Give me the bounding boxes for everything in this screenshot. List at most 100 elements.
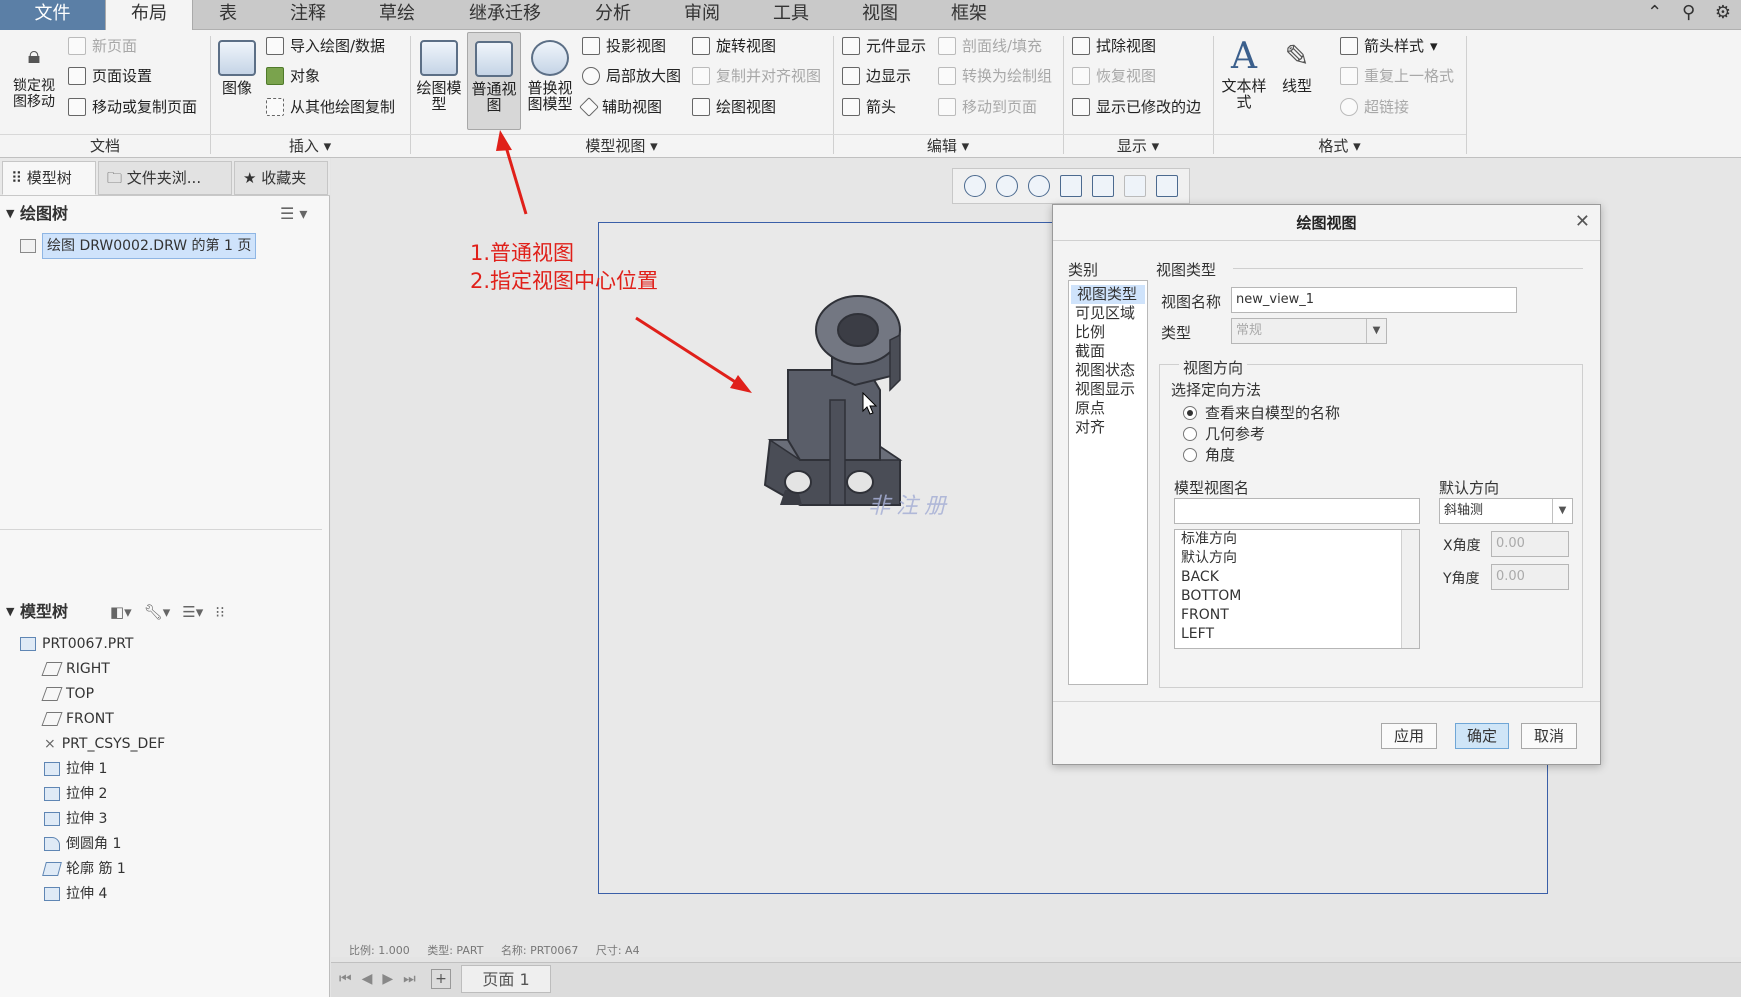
category-origin[interactable]: 原点 — [1069, 399, 1147, 418]
tab-favorites[interactable]: ★ 收藏夹 — [234, 161, 328, 195]
text-style-button[interactable]: A 文本样 式 — [1218, 32, 1270, 110]
tab-view[interactable]: 视图 — [835, 0, 925, 30]
model-tree-item-top[interactable]: TOP — [41, 682, 94, 706]
resume-view-button[interactable]: 恢复视图 — [1072, 63, 1156, 89]
close-icon[interactable]: ✕ — [1575, 211, 1590, 232]
model-tree-item-extrude-2[interactable]: 拉伸 2 — [44, 782, 107, 806]
view-name-input[interactable]: new_view_1 — [1231, 287, 1517, 313]
tab-layout[interactable]: 布局 — [105, 0, 193, 31]
view-orientation-icon[interactable] — [1092, 175, 1114, 197]
list-item[interactable]: 默认方向 — [1175, 549, 1419, 568]
group-insert-label[interactable]: 插入 ▾ — [210, 134, 410, 156]
category-visible-area[interactable]: 可见区域 — [1069, 304, 1147, 323]
tab-tools[interactable]: 工具 — [747, 0, 835, 30]
model-tree-item-round-1[interactable]: 倒圆角 1 — [44, 832, 121, 856]
collapse-ribbon-icon[interactable]: ⌃ — [1647, 2, 1662, 23]
list-scrollbar[interactable] — [1401, 530, 1419, 648]
group-format-label[interactable]: 格式 ▾ — [1213, 134, 1466, 156]
tree-filter-icon[interactable]: ⁝⁝ — [215, 597, 225, 627]
convert-to-draw-group-button[interactable]: 转换为绘制组 — [938, 63, 1052, 89]
copy-from-other-drawing-button[interactable]: 从其他绘图复制 — [266, 94, 395, 120]
apply-button[interactable]: 应用 — [1381, 723, 1437, 749]
settings-icon[interactable]: ⚙ — [1715, 2, 1731, 23]
last-page-icon[interactable]: ⏭ — [403, 971, 416, 987]
list-item[interactable]: LEFT — [1175, 625, 1419, 644]
category-section[interactable]: 截面 — [1069, 342, 1147, 361]
line-style-button[interactable]: ✎ 线型 — [1274, 32, 1320, 94]
tab-file[interactable]: 文件 — [0, 0, 105, 30]
first-page-icon[interactable]: ⏮ — [339, 971, 352, 987]
next-page-icon[interactable]: ▶ — [382, 971, 393, 987]
arrow-style-button[interactable]: 箭头样式 ▾ — [1340, 33, 1438, 59]
tab-model-tree[interactable]: ⠿ 模型树 — [2, 161, 96, 195]
add-page-icon[interactable]: + — [431, 969, 451, 989]
previous-page-icon[interactable]: ◀ — [362, 971, 373, 987]
tree-settings-icon[interactable]: ☰▾ — [182, 597, 203, 627]
move-copy-page-button[interactable]: 移动或复制页面 — [68, 94, 197, 120]
cancel-button[interactable]: 取消 — [1521, 723, 1577, 749]
tab-review[interactable]: 审阅 — [657, 0, 747, 30]
page-setup-button[interactable]: 页面设置 — [68, 63, 152, 89]
replace-view-model-button[interactable]: 普换视 图模型 — [523, 32, 577, 112]
copy-align-view-button[interactable]: 复制并对齐视图 — [692, 63, 821, 89]
insert-image-button[interactable]: 图像 — [214, 32, 260, 96]
display-style-icon[interactable] — [1124, 175, 1146, 197]
group-edit-label[interactable]: 编辑 ▾ — [833, 134, 1063, 156]
search-icon[interactable]: ⚲ — [1682, 2, 1695, 23]
tab-analysis[interactable]: 分析 — [569, 0, 657, 30]
section-fill-button[interactable]: 剖面线/填充 — [938, 33, 1042, 59]
zoom-in-icon[interactable] — [996, 175, 1018, 197]
y-angle-input[interactable]: 0.00 — [1491, 564, 1569, 590]
model-tree-item-extrude-4[interactable]: 拉伸 4 — [44, 882, 107, 906]
drawing-model-button[interactable]: 绘图模 型 — [413, 32, 465, 112]
tab-legacy-migration[interactable]: 继承迁移 — [441, 0, 569, 30]
ok-button[interactable]: 确定 — [1455, 723, 1509, 749]
arrow-button[interactable]: 箭头 — [842, 94, 896, 120]
display-style-icon[interactable]: ◧▾ — [110, 597, 132, 627]
page-tab[interactable]: 页面 1 — [461, 965, 551, 993]
model-tree-header[interactable]: ▼ 模型树 ◧▾ 🔧︎▾ ☰▾ ⁝⁝ — [0, 597, 322, 627]
drawing-tree-header[interactable]: ▼ 绘图树 ☰ ▾ — [0, 199, 322, 229]
annotation-display-icon[interactable] — [1156, 175, 1178, 197]
detailed-view-button[interactable]: 局部放大图 — [582, 63, 681, 89]
category-scale[interactable]: 比例 — [1069, 323, 1147, 342]
model-view-list[interactable]: 标准方向 默认方向 BACK BOTTOM FRONT LEFT — [1174, 529, 1420, 649]
erase-view-button[interactable]: 拭除视图 — [1072, 33, 1156, 59]
tab-folder-browser[interactable]: 🗀 文件夹浏... — [98, 161, 232, 195]
type-select[interactable]: 常规 ▼ — [1231, 318, 1387, 344]
category-alignment[interactable]: 对齐 — [1069, 418, 1147, 437]
edge-display-button[interactable]: 边显示 — [842, 63, 911, 89]
repeat-last-format-button[interactable]: 重复上一格式 — [1340, 63, 1454, 89]
list-item[interactable]: BOTTOM — [1175, 587, 1419, 606]
insert-object-button[interactable]: 对象 — [266, 63, 320, 89]
projection-view-button[interactable]: 投影视图 — [582, 33, 666, 59]
drawing-tree-item[interactable]: 绘图 DRW0002.DRW 的第 1 页 — [20, 233, 257, 259]
drawing-view-button[interactable]: 绘图视图 — [692, 94, 776, 120]
zoom-out-icon[interactable] — [1028, 175, 1050, 197]
lock-view-movement-button[interactable]: 🔒︎ 锁定视 图移动 — [6, 32, 62, 110]
import-drawing-data-button[interactable]: 导入绘图/数据 — [266, 33, 385, 59]
category-view-display[interactable]: 视图显示 — [1069, 380, 1147, 399]
new-page-button[interactable]: 新页面 — [68, 33, 137, 59]
list-item[interactable]: 标准方向 — [1175, 530, 1419, 549]
model-tree-item-rib-1[interactable]: 轮廓 筋 1 — [42, 857, 126, 881]
tab-table[interactable]: 表 — [193, 0, 263, 30]
tools-icon[interactable]: 🔧︎▾ — [144, 597, 171, 627]
category-view-state[interactable]: 视图状态 — [1069, 361, 1147, 380]
model-tree-item-front[interactable]: FRONT — [41, 707, 114, 731]
category-view-type[interactable]: 视图类型 — [1071, 285, 1145, 304]
group-model-views-label[interactable]: 模型视图 ▾ — [410, 134, 833, 156]
tab-frame[interactable]: 框架 — [925, 0, 1013, 30]
model-tree-item-extrude-3[interactable]: 拉伸 3 — [44, 807, 107, 831]
radio-angle[interactable]: 角度 — [1183, 444, 1235, 465]
radio-model-name[interactable]: 查看来自模型的名称 — [1183, 402, 1340, 423]
tab-annotate[interactable]: 注释 — [263, 0, 353, 30]
show-modified-edges-button[interactable]: 显示已修改的边 — [1072, 94, 1201, 120]
x-angle-input[interactable]: 0.00 — [1491, 531, 1569, 557]
hyperlink-button[interactable]: 超链接 — [1340, 94, 1409, 120]
component-display-button[interactable]: 元件显示 — [842, 33, 926, 59]
model-tree-item-extrude-1[interactable]: 拉伸 1 — [44, 757, 107, 781]
auxiliary-view-button[interactable]: 辅助视图 — [579, 94, 662, 120]
tab-sketch[interactable]: 草绘 — [353, 0, 441, 30]
refit-icon[interactable] — [964, 175, 986, 197]
